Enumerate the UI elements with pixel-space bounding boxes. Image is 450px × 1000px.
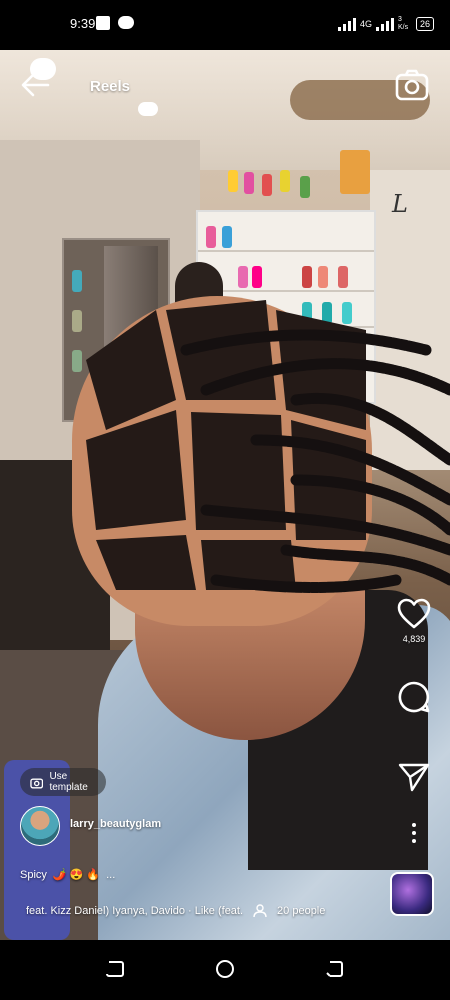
box-braids (86, 300, 450, 593)
status-bar: 9:39 4G 3 K/s 26 (0, 0, 450, 50)
comment-action[interactable] (394, 680, 434, 718)
caption-text: Spicy (20, 868, 47, 881)
product-box (340, 150, 370, 194)
status-indicators: 4G 3 K/s 26 (337, 14, 434, 34)
camera-small-icon (30, 777, 44, 788)
page-title: Reels (90, 78, 131, 95)
heart-icon[interactable] (397, 598, 431, 630)
person-icon (253, 904, 267, 918)
more-action[interactable] (394, 822, 434, 844)
home-icon[interactable] (214, 958, 236, 980)
like-action[interactable]: 4,839 (394, 598, 434, 644)
like-count: 4,839 (402, 634, 426, 644)
product-bottle (244, 172, 254, 194)
camera-icon[interactable] (394, 68, 430, 102)
caption-more[interactable]: ... (106, 869, 115, 881)
arrow-left-icon[interactable] (18, 70, 52, 100)
use-template-button[interactable]: Use template (20, 768, 106, 796)
back-icon[interactable] (324, 958, 346, 980)
audio-info[interactable]: feat. Kizz Daniel) Iyanya, Davido · Like… (26, 904, 325, 918)
reels-header: Reels (0, 50, 450, 120)
audio-track[interactable]: feat. Kizz Daniel) Iyanya, Davido · Like… (26, 905, 243, 917)
wall-sign: L (392, 190, 408, 218)
send-icon[interactable] (397, 762, 431, 792)
more-vertical-icon[interactable] (410, 822, 418, 844)
product-bottle (228, 170, 238, 192)
product-bottle (300, 176, 310, 198)
people-count[interactable]: 20 people (277, 905, 325, 917)
caption[interactable]: Spicy 🌶️ 😍 🔥 ... (20, 868, 115, 882)
caption-emojis: 🌶️ 😍 🔥 (52, 869, 101, 881)
chat-notification-icon (118, 16, 134, 29)
network-type: 4G (359, 19, 372, 29)
audio-thumbnail[interactable] (390, 872, 434, 916)
recents-icon[interactable] (104, 958, 126, 980)
comment-icon[interactable] (397, 680, 431, 714)
signal-icon (337, 17, 356, 31)
battery-icon: 26 (415, 17, 434, 31)
product-bottle (262, 174, 272, 196)
use-template-label: Use template (49, 771, 88, 793)
status-time: 9:39 (70, 16, 96, 31)
notification-icon (96, 16, 110, 30)
avatar[interactable] (20, 806, 60, 846)
signal-icon-2 (375, 17, 394, 31)
username-link[interactable]: larry_beautyglam (70, 818, 161, 830)
network-speed: 3 K/s (397, 16, 409, 31)
product-bottle (280, 170, 290, 192)
reel-video[interactable]: L (0, 50, 450, 940)
share-action[interactable] (394, 762, 434, 792)
system-nav-bar (0, 940, 450, 1000)
